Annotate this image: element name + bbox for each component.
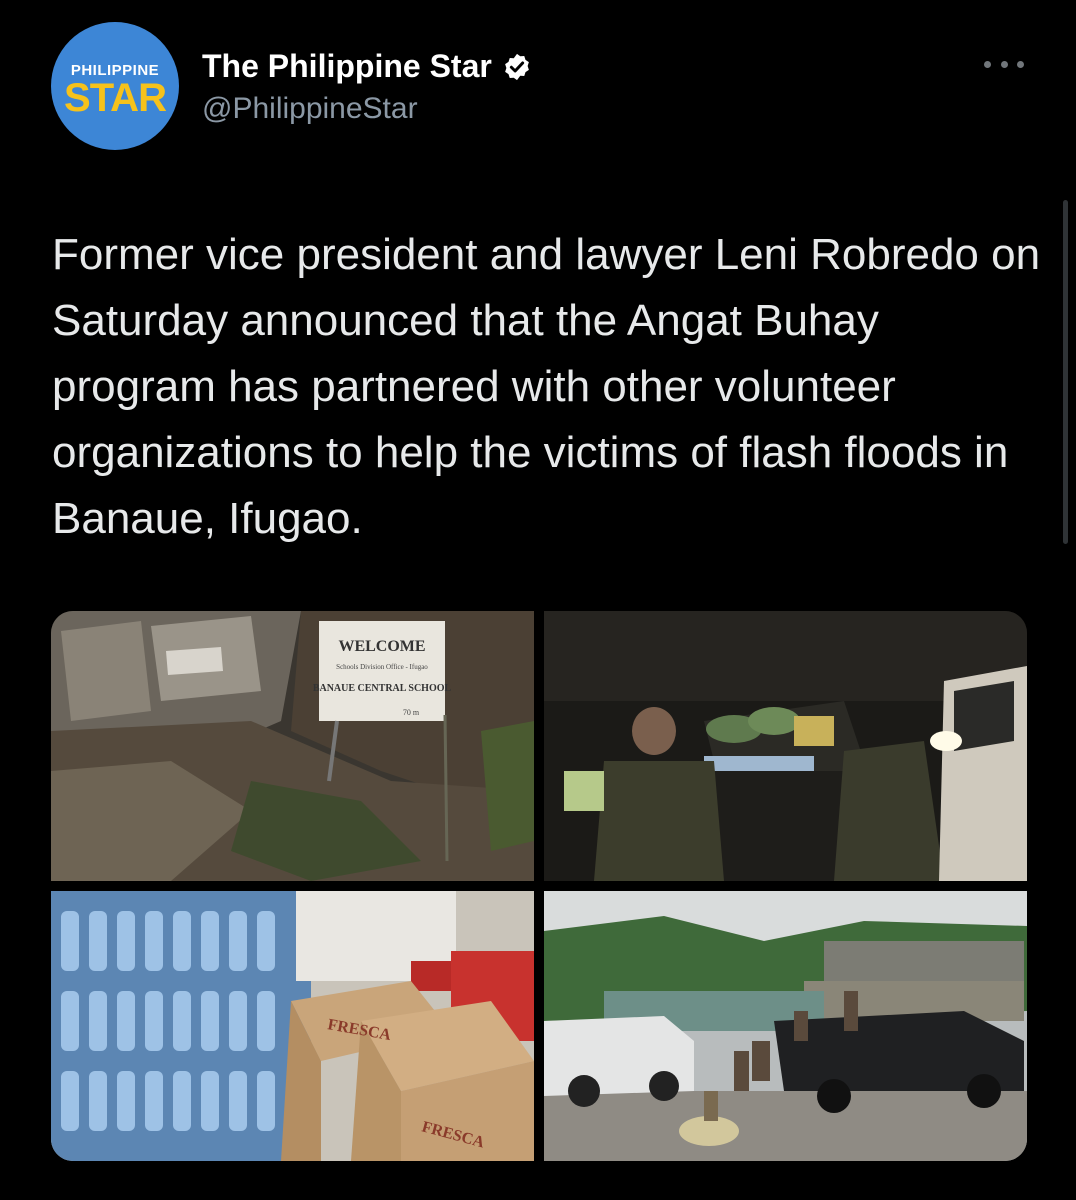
- sign-line2: Schools Division Office - Ifugao: [336, 663, 428, 671]
- verified-badge-icon: [504, 53, 529, 80]
- photo-water-bottles-and-boxes[interactable]: FRESCA FRESCA: [51, 891, 534, 1161]
- more-options-icon[interactable]: [984, 52, 1024, 76]
- sign-line1: WELCOME: [338, 638, 425, 655]
- sign-line3: BANAUE CENTRAL SCHOOL: [313, 683, 452, 694]
- photo-volunteers-pickup-trucks[interactable]: [544, 891, 1027, 1161]
- display-name-row[interactable]: The Philippine Star: [202, 48, 532, 85]
- avatar-text-line2: STAR: [64, 76, 167, 120]
- media-grid: WELCOME Schools Division Office - Ifugao…: [51, 611, 1027, 1161]
- photo-landslide-school-sign[interactable]: WELCOME Schools Division Office - Ifugao…: [51, 611, 534, 881]
- photo-soldiers-loading-truck-night[interactable]: [544, 611, 1027, 881]
- scrollbar[interactable]: [1063, 200, 1068, 544]
- sign-line4: 70 m: [403, 708, 420, 717]
- account-handle[interactable]: @PhilippineStar: [202, 92, 418, 126]
- tweet-text: Former vice president and lawyer Leni Ro…: [52, 230, 1041, 543]
- avatar[interactable]: PHILIPPINE STAR: [51, 22, 179, 150]
- display-name: The Philippine Star: [202, 48, 492, 84]
